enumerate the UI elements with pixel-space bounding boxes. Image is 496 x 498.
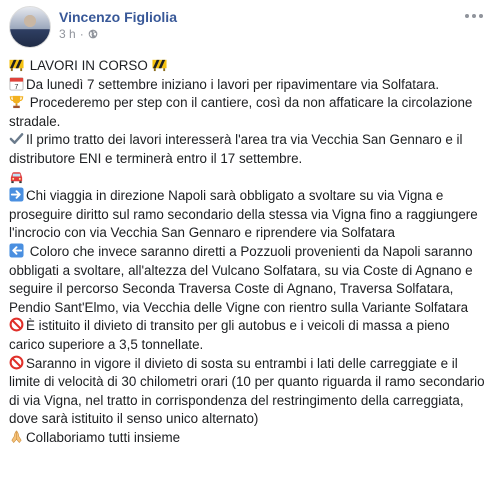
post-content: LAVORI IN CORSO 7 Da lunedì 7 settembre i…: [9, 57, 488, 447]
check-mark-icon: [9, 131, 24, 146]
post-line: È istituito il divieto di transito per g…: [9, 317, 488, 354]
facebook-post: Vincenzo Figliolia 3 h · LAVORI IN CORSO…: [0, 0, 496, 498]
post-line-text: Collaboriamo tutti insieme: [26, 429, 181, 445]
post-line: Collaboriamo tutti insieme: [9, 429, 488, 448]
post-line: 7 Da lunedì 7 settembre iniziano i lavori…: [9, 76, 488, 95]
svg-text:7: 7: [15, 83, 19, 90]
post-line-text: È istituito il divieto di transito per g…: [9, 318, 450, 352]
post-meta: Vincenzo Figliolia 3 h ·: [59, 8, 177, 42]
post-line-text: LAVORI IN CORSO: [26, 58, 152, 73]
author-name[interactable]: Vincenzo Figliolia: [59, 8, 177, 26]
prohibited-icon: [9, 317, 24, 332]
construction-sign-icon: [9, 57, 24, 72]
more-options-icon[interactable]: [462, 8, 486, 24]
post-line-text: Coloro che invece saranno diretti a Pozz…: [9, 243, 473, 315]
post-line: [9, 169, 488, 188]
post-line-text: Procederemo per step con il cantiere, co…: [9, 95, 473, 129]
post-header: Vincenzo Figliolia 3 h ·: [9, 6, 488, 52]
separator: ·: [79, 27, 84, 41]
post-line-text: Il primo tratto dei lavori interesserà l…: [9, 132, 463, 166]
post-line: Il primo tratto dei lavori interesserà l…: [9, 131, 488, 168]
prohibited-icon: [9, 355, 24, 370]
post-line-text: Chi viaggia in direzione Napoli sarà obb…: [9, 188, 478, 241]
right-arrow-icon: [9, 187, 24, 202]
post-line-text: Da lunedì 7 settembre iniziano i lavori …: [26, 76, 440, 92]
post-line: LAVORI IN CORSO: [9, 57, 488, 76]
calendar-icon: 7: [9, 76, 24, 91]
construction-sign-icon: [151, 57, 167, 72]
left-arrow-icon: [9, 243, 24, 258]
post-line: Chi viaggia in direzione Napoli sarà obb…: [9, 187, 488, 243]
car-icon: [9, 169, 24, 184]
post-subline: 3 h ·: [59, 26, 177, 42]
post-line: Coloro che invece saranno diretti a Pozz…: [9, 243, 488, 317]
globe-icon[interactable]: [88, 29, 98, 39]
post-line: Procederemo per step con il cantiere, co…: [9, 94, 488, 131]
folded-hands-icon: [9, 429, 24, 444]
post-time[interactable]: 3 h: [59, 26, 76, 42]
post-line-text: Saranno in vigore il divieto di sosta su…: [9, 355, 485, 427]
trophy-icon: [9, 94, 24, 109]
avatar[interactable]: [9, 6, 51, 48]
post-line: Saranno in vigore il divieto di sosta su…: [9, 355, 488, 429]
